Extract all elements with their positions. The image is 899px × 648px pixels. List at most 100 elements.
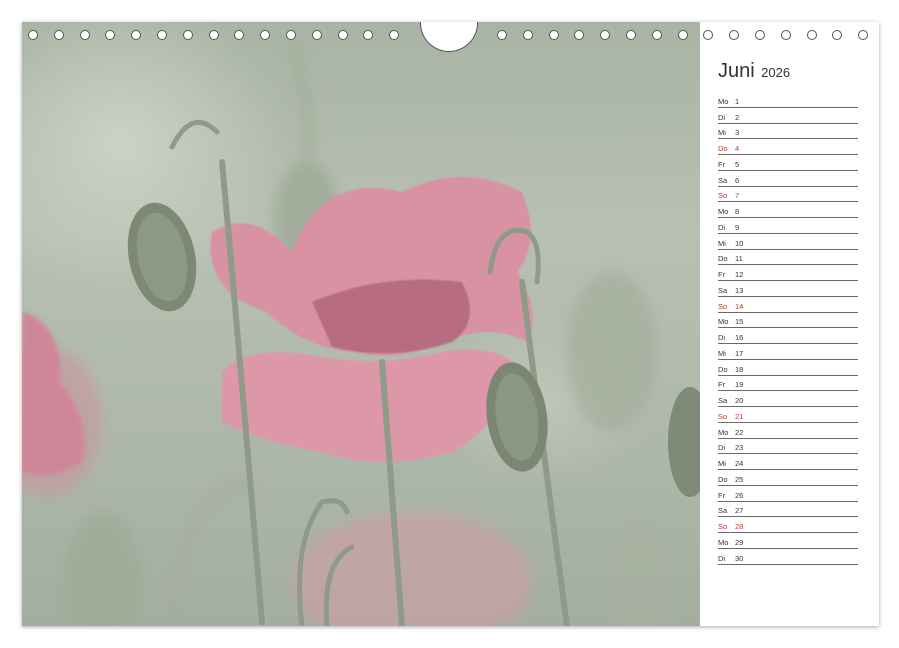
day-row: Sa 13: [718, 281, 858, 297]
binding-hole: [286, 30, 296, 40]
day-number: 19: [735, 380, 744, 390]
day-row: Mi 17: [718, 344, 858, 360]
binding-hole: [105, 30, 116, 40]
day-number: 11: [735, 254, 743, 264]
day-number: 6: [735, 175, 740, 185]
day-number: 20: [735, 396, 744, 405]
weekday-label: So: [718, 522, 728, 531]
day-number: 2: [735, 112, 740, 122]
day-row: Mo 8: [718, 202, 858, 218]
weekday-label: So: [718, 191, 728, 201]
day-row: So 14: [718, 297, 858, 313]
weekday-label: Mo: [718, 537, 729, 547]
day-row: Do 11: [718, 250, 858, 266]
binding-hole: [157, 30, 167, 40]
day-number: 1: [735, 96, 740, 106]
binding-hole: [389, 30, 400, 40]
day-row: Mo 1: [718, 92, 858, 108]
day-row: Fr 5: [718, 155, 858, 171]
day-row: Fr 19: [718, 376, 858, 392]
binding-hole: [651, 30, 662, 40]
weekday-label: Mi: [718, 459, 726, 468]
day-row: Mo 15: [718, 313, 858, 329]
day-list: Mo 1 Di 2 Mi 3 Do 4 Fr 5 Sa 6 So 7 Mo 8 Di 9 Mi 10 Do 11 Fr 12 S…: [718, 92, 858, 565]
day-row: Fr 26: [718, 486, 858, 502]
weekday-label: Do: [718, 254, 728, 264]
poppy-photo: [22, 22, 700, 626]
day-row: Di 16: [718, 328, 858, 344]
weekday-label: Fr: [718, 490, 726, 500]
main-poppy: [210, 177, 533, 462]
day-number: 14: [735, 301, 744, 311]
day-row: Fr 12: [718, 265, 858, 281]
month-header: Juni 2026: [718, 60, 790, 83]
weekday-label: Di: [718, 553, 726, 563]
binding-hole: [53, 30, 64, 40]
weekday-label: Do: [718, 364, 728, 374]
weekday-label: Fr: [718, 270, 726, 279]
binding-hole: [677, 30, 688, 40]
weekday-label: Mi: [718, 348, 726, 358]
binding-hole: [234, 30, 245, 40]
day-number: 21: [735, 411, 744, 421]
binding-hole: [182, 30, 193, 40]
day-row: Do 25: [718, 470, 858, 486]
weekday-label: Mo: [718, 96, 729, 106]
weekday-label: So: [718, 411, 728, 421]
binding-hole: [574, 30, 585, 40]
day-number: 7: [735, 191, 740, 201]
weekday-label: Di: [718, 333, 726, 342]
day-row: Di 23: [718, 439, 858, 455]
day-number: 13: [735, 285, 744, 295]
binding-hole: [858, 30, 869, 40]
day-row: Di 2: [718, 108, 858, 124]
day-number: 12: [735, 270, 744, 279]
day-row: Sa 20: [718, 391, 858, 407]
weekday-label: Fr: [718, 159, 726, 169]
weekday-label: Di: [718, 112, 726, 122]
day-row: Do 18: [718, 360, 858, 376]
day-row: Mi 24: [718, 454, 858, 470]
day-row: So 7: [718, 187, 858, 203]
day-row: Sa 27: [718, 502, 858, 518]
binding-hole: [703, 30, 714, 40]
weekday-label: Sa: [718, 175, 728, 185]
day-number: 18: [735, 364, 744, 374]
binding-hole: [311, 30, 322, 40]
weekday-label: Fr: [718, 380, 726, 390]
day-row: So 21: [718, 407, 858, 423]
day-row: Do 4: [718, 139, 858, 155]
binding-hole: [28, 30, 38, 40]
weekday-label: Do: [718, 144, 728, 153]
binding-hole: [208, 30, 219, 40]
binding-hole: [600, 30, 611, 40]
weekday-label: Sa: [718, 396, 728, 405]
calendar-panel: Juni 2026 Mo 1 Di 2 Mi 3 Do 4 Fr 5 Sa 6 So 7 Mo 8 Di 9 Mi 1…: [700, 22, 879, 626]
day-row: Sa 6: [718, 171, 858, 187]
day-row: Mo 29: [718, 533, 858, 549]
day-row: Di 9: [718, 218, 858, 234]
day-number: 3: [735, 128, 740, 138]
day-number: 29: [735, 537, 744, 547]
calendar-page: Juni 2026 Mo 1 Di 2 Mi 3 Do 4 Fr 5 Sa 6 So 7 Mo 8 Di 9 Mi 1…: [22, 22, 879, 626]
weekday-label: Mo: [718, 317, 729, 327]
binding-hole: [780, 30, 791, 40]
weekday-label: Mo: [718, 427, 729, 437]
binding-hole: [729, 30, 740, 40]
weekday-label: Sa: [718, 285, 728, 295]
day-number: 26: [735, 490, 744, 500]
day-row: Mo 22: [718, 423, 858, 439]
day-number: 8: [735, 207, 740, 216]
day-number: 22: [735, 427, 744, 437]
day-number: 17: [735, 348, 744, 358]
weekday-label: Do: [718, 474, 728, 484]
weekday-label: Mo: [718, 207, 729, 216]
binding-hole: [755, 30, 765, 40]
weekday-label: Di: [718, 222, 726, 232]
binding-hole: [131, 30, 142, 40]
weekday-label: So: [718, 301, 728, 311]
day-row: Mi 3: [718, 124, 858, 140]
month-name: Juni: [718, 60, 755, 82]
binding-hole: [337, 30, 348, 40]
day-number: 5: [735, 159, 740, 169]
